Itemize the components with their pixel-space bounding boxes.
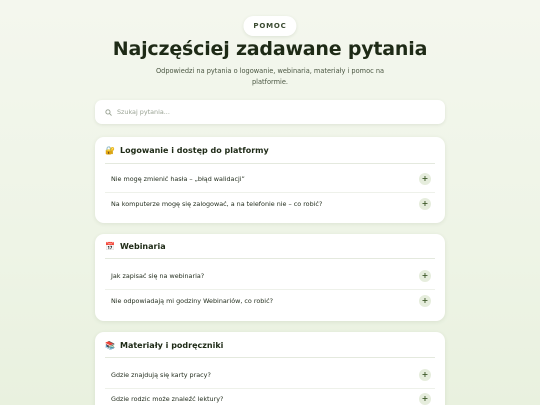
faq-question[interactable]: Jak zapisać się na webinaria? + (111, 269, 431, 283)
section-header: 📚 Materiały i podręczniki (105, 333, 435, 358)
help-badge: POMOC (243, 16, 297, 36)
calendar-icon: 📅 (105, 242, 115, 251)
question-text: Gdzie rodzic może znaleźć lektury? (111, 395, 224, 403)
books-icon: 📚 (105, 340, 115, 350)
faq-question[interactable]: Nie odpowiadają mi godziny Webinariów, c… (111, 294, 431, 308)
question-text: Na komputerze mogę się zalogować, a na t… (111, 200, 323, 208)
expand-plus-icon[interactable]: + (419, 270, 431, 282)
faq-section-webinars: 📅 Webinaria Jak zapisać się na webinaria… (95, 234, 445, 321)
faq-section-materials: 📚 Materiały i podręczniki Gdzie znajdują… (95, 332, 445, 405)
expand-plus-icon[interactable]: + (419, 393, 431, 405)
row-divider (105, 289, 435, 290)
expand-plus-icon[interactable]: + (419, 295, 431, 307)
faq-section-login: 🔐 Logowanie i dostęp do platformy Nie mo… (95, 137, 445, 223)
question-text: Gdzie znajdują się karty pracy? (111, 371, 211, 379)
question-text: Nie mogę zmienić hasła – „błąd walidacji… (111, 175, 245, 183)
faq-question[interactable]: Gdzie znajdują się karty pracy? + (111, 368, 431, 382)
search-icon (105, 108, 112, 116)
section-title: Logowanie i dostęp do platformy (120, 146, 269, 155)
expand-plus-icon[interactable]: + (419, 198, 431, 210)
page-subtitle: Odpowiedzi na pytania o logowanie, webin… (155, 67, 385, 86)
search-input[interactable] (117, 108, 417, 116)
expand-plus-icon[interactable]: + (419, 173, 431, 185)
search-box[interactable] (95, 100, 445, 124)
faq-question[interactable]: Gdzie rodzic może znaleźć lektury? + (111, 392, 431, 405)
page-title: Najczęściej zadawane pytania (112, 38, 428, 60)
row-divider (105, 388, 435, 389)
question-text: Jak zapisać się na webinaria? (111, 272, 205, 280)
section-title: Materiały i podręczniki (120, 340, 224, 350)
row-divider (105, 192, 435, 193)
lock-key-icon: 🔐 (105, 146, 115, 155)
expand-plus-icon[interactable]: + (419, 369, 431, 381)
faq-question[interactable]: Nie mogę zmienić hasła – „błąd walidacji… (111, 172, 431, 186)
section-header: 🔐 Logowanie i dostęp do platformy (105, 138, 435, 164)
question-text: Nie odpowiadają mi godziny Webinariów, c… (111, 297, 273, 305)
section-title: Webinaria (120, 242, 166, 251)
section-header: 📅 Webinaria (105, 235, 435, 259)
faq-question[interactable]: Na komputerze mogę się zalogować, a na t… (111, 197, 431, 211)
